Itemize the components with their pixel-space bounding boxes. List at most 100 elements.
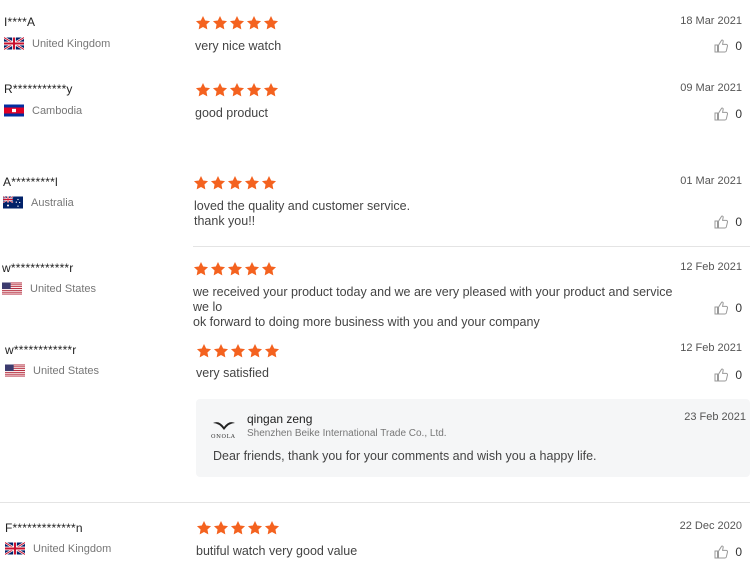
thumbs-up-icon[interactable] — [713, 544, 729, 560]
star-icon — [264, 343, 280, 359]
review-text: good product — [195, 106, 675, 121]
review-text-line: very nice watch — [195, 39, 282, 53]
star-icon — [247, 343, 263, 359]
review-text-line: loved the quality and customer service. — [194, 199, 411, 213]
star-icon — [227, 261, 243, 277]
like-count: 0 — [735, 39, 742, 53]
reviewer-name: w************r — [5, 343, 77, 357]
star-icon — [246, 82, 262, 98]
like-count: 0 — [735, 107, 742, 121]
star-icon — [195, 15, 211, 31]
star-icon — [213, 343, 229, 359]
star-icon — [227, 175, 243, 191]
review-text: loved the quality and customer service. … — [194, 199, 674, 229]
country-label: United States — [33, 364, 100, 377]
review-text-line: ok forward to doing more business with y… — [193, 315, 540, 329]
like-count: 0 — [735, 215, 742, 229]
like-button[interactable]: 0 — [713, 214, 742, 230]
review-text-line: good product — [195, 106, 268, 120]
star-icon — [193, 261, 209, 277]
reviewer-name: A*********l — [3, 175, 58, 189]
like-button[interactable]: 0 — [713, 300, 742, 316]
star-icon — [261, 261, 277, 277]
review-text: very nice watch — [195, 39, 675, 54]
star-icon — [213, 520, 229, 536]
country-label: Australia — [31, 196, 74, 209]
us-flag-icon — [5, 364, 25, 377]
like-button[interactable]: 0 — [713, 367, 742, 383]
country-label: United Kingdom — [33, 542, 112, 555]
review-date: 12 Feb 2021 — [680, 261, 742, 273]
reviewer-country: United States — [5, 364, 99, 377]
reviewer-country: United States — [2, 282, 96, 295]
star-rating — [193, 261, 277, 277]
star-icon — [230, 520, 246, 536]
like-button[interactable]: 0 — [713, 544, 742, 560]
review-divider — [0, 502, 750, 503]
uk-flag-icon — [4, 541, 26, 556]
star-icon — [212, 15, 228, 31]
star-icon — [210, 175, 226, 191]
review-text-line: very satisfied — [196, 366, 269, 380]
star-icon — [196, 520, 212, 536]
star-icon — [195, 82, 211, 98]
star-icon — [244, 261, 260, 277]
thumbs-up-icon[interactable] — [713, 367, 729, 383]
reviewer-name: F*************n — [5, 521, 83, 535]
thumbs-up-icon[interactable] — [713, 38, 729, 54]
star-icon — [247, 520, 263, 536]
uk-flag-icon — [3, 36, 25, 51]
country-label: United States — [30, 282, 97, 295]
star-icon — [264, 520, 280, 536]
like-button[interactable]: 0 — [713, 106, 742, 122]
review-date: 22 Dec 2020 — [679, 520, 742, 532]
review-date: 18 Mar 2021 — [680, 15, 742, 27]
thumbs-up-icon[interactable] — [713, 214, 729, 230]
review-divider — [193, 246, 750, 247]
seller-company: Shenzhen Beike International Trade Co., … — [247, 428, 447, 439]
star-rating — [196, 520, 280, 536]
like-count: 0 — [735, 545, 742, 559]
star-icon — [210, 261, 226, 277]
review-date: 12 Feb 2021 — [680, 342, 742, 354]
review-text: very satisfied — [196, 366, 676, 381]
star-rating — [195, 15, 279, 31]
thumbs-up-icon[interactable] — [713, 106, 729, 122]
review-text: we received your product today and we ar… — [193, 285, 673, 330]
star-rating — [193, 175, 277, 191]
review-text: butiful watch very good value — [196, 544, 676, 559]
star-rating — [196, 343, 280, 359]
star-icon — [230, 343, 246, 359]
star-icon — [229, 15, 245, 31]
star-icon — [193, 175, 209, 191]
reviewer-country: Australia — [2, 195, 74, 209]
like-count: 0 — [735, 368, 742, 382]
review-date: 09 Mar 2021 — [680, 82, 742, 94]
like-count: 0 — [735, 301, 742, 315]
star-icon — [261, 175, 277, 191]
country-label: Cambodia — [32, 104, 83, 117]
reviewer-name: w************r — [2, 261, 74, 275]
reviewer-country: United Kingdom — [4, 541, 112, 556]
seller-logo-text: ONOLA — [211, 434, 236, 440]
review-text-line: butiful watch very good value — [196, 544, 358, 558]
star-rating — [195, 82, 279, 98]
reply-text: Dear friends, thank you for your comment… — [213, 449, 597, 463]
review-date: 01 Mar 2021 — [680, 175, 742, 187]
us-flag-icon — [2, 282, 22, 295]
thumbs-up-icon[interactable] — [713, 300, 729, 316]
reviewer-country: Cambodia — [4, 104, 82, 117]
star-icon — [196, 343, 212, 359]
star-icon — [229, 82, 245, 98]
star-icon — [212, 82, 228, 98]
country-label: United Kingdom — [32, 37, 111, 50]
star-icon — [263, 82, 279, 98]
reviewer-name: I****A — [4, 15, 36, 29]
star-icon — [263, 15, 279, 31]
star-icon — [246, 15, 262, 31]
like-button[interactable]: 0 — [713, 38, 742, 54]
review-text-line: thank you!! — [194, 214, 256, 228]
seller-name: qingan zeng — [247, 412, 313, 426]
cambodia-flag-icon — [4, 104, 24, 117]
review-text-line: we received your product today and we ar… — [193, 285, 673, 314]
